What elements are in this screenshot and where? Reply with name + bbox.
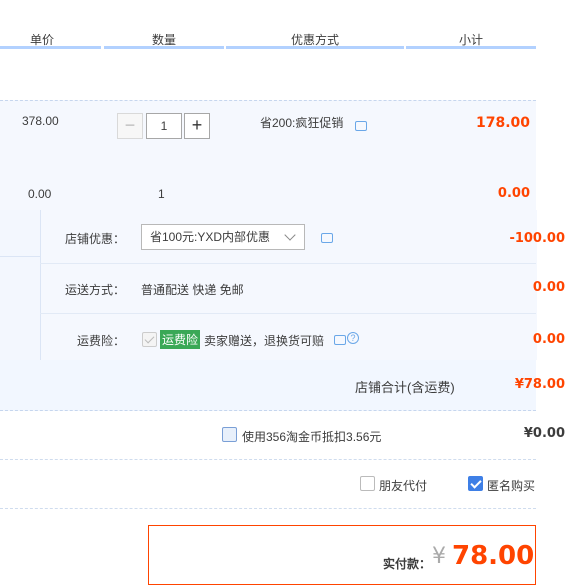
extra-price: 0.00 — [28, 187, 52, 201]
divider — [0, 508, 536, 509]
comment-icon[interactable] — [334, 335, 346, 345]
quantity-input[interactable]: 1 — [146, 113, 182, 139]
shipping-value: 普通配送 快递 免邮 — [141, 283, 244, 297]
header-underline — [104, 46, 224, 49]
insurance-amount: 0.00 — [532, 332, 565, 347]
comment-icon[interactable] — [355, 121, 367, 131]
shop-discount-amount: -100.00 — [509, 231, 565, 246]
header-underline — [406, 46, 536, 49]
shop-discount-select[interactable]: 省100元:YXD内部优惠 — [141, 224, 305, 250]
quantity-increase-button[interactable]: + — [184, 113, 210, 139]
currency-symbol: ¥ — [432, 544, 446, 569]
friend-pay-checkbox[interactable] — [360, 476, 375, 491]
check-icon — [470, 477, 482, 489]
shop-total-bar — [0, 360, 536, 411]
coins-label: 使用356淘金币抵扣3.56元 — [242, 430, 382, 444]
insurance-checkbox[interactable] — [142, 332, 157, 347]
shop-discount-value: 省100元:YXD内部优惠 — [150, 230, 271, 244]
shop-total-label: 店铺合计(含运费) — [355, 380, 455, 395]
anonymous-checkbox[interactable] — [468, 476, 483, 491]
help-icon[interactable]: ? — [347, 332, 359, 344]
header-underline — [0, 46, 101, 49]
extra-quantity: 1 — [158, 187, 165, 201]
anonymous-label: 匿名购买 — [487, 479, 536, 493]
friend-pay-label: 朋友代付 — [379, 479, 428, 493]
divider — [0, 459, 536, 460]
item-promo: 省200:疯狂促销 — [260, 116, 344, 130]
shipping-label: 运送方式： — [65, 283, 126, 297]
divider — [0, 256, 40, 257]
comment-icon[interactable] — [321, 233, 333, 243]
insurance-tag: 运费险 — [160, 330, 201, 349]
divider — [40, 263, 536, 264]
coins-value: ¥0.00 — [523, 426, 565, 441]
insurance-text: 卖家赠送，退换货可赔 — [204, 334, 325, 348]
extra-subtotal: 0.00 — [497, 186, 530, 201]
insurance-label: 运费险： — [77, 334, 126, 348]
divider — [40, 313, 536, 314]
chevron-down-icon — [284, 229, 296, 241]
check-icon — [144, 333, 155, 344]
shipping-amount: 0.00 — [532, 280, 565, 295]
payment-label: 实付款： — [383, 557, 432, 571]
quantity-decrease-button[interactable]: − — [117, 113, 143, 139]
shop-total-value: ¥78.00 — [514, 377, 565, 392]
table-header: 单价 数量 优惠方式 小计 — [0, 0, 536, 50]
header-underline — [226, 46, 404, 49]
item-price: 378.00 — [22, 114, 59, 128]
item-subtotal: 178.00 — [475, 115, 530, 131]
payment-amount: 78.00 — [452, 541, 535, 571]
coins-checkbox[interactable] — [222, 427, 237, 442]
shop-discount-label: 店铺优惠： — [65, 232, 126, 246]
